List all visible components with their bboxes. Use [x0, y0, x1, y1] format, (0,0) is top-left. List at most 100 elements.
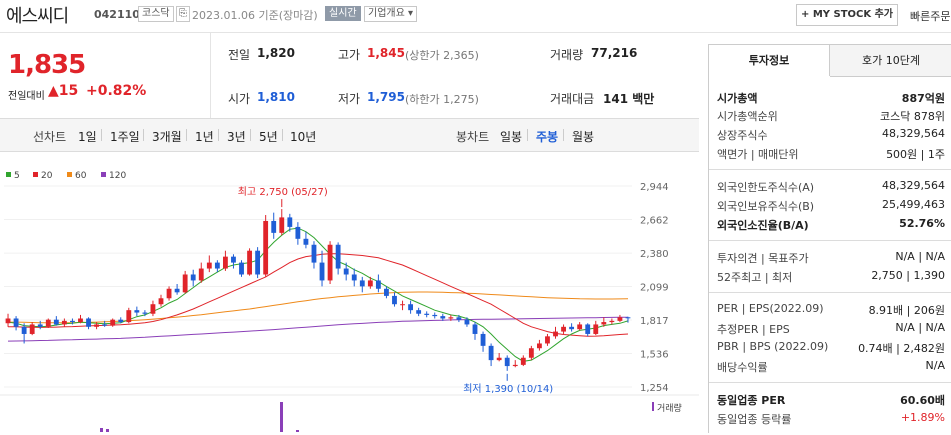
- period-tab-3m[interactable]: 3개월: [152, 128, 182, 145]
- period-tab-3y[interactable]: 3년: [227, 128, 246, 145]
- tab-separator: [101, 129, 102, 141]
- candle-body: [408, 304, 414, 311]
- tab-investment-info[interactable]: 투자정보: [709, 45, 830, 76]
- info-row: 외국인소진율(B/A) 52.76%: [717, 217, 945, 233]
- info-row-value: N/A: [925, 359, 945, 372]
- candle-tab-monthly[interactable]: 월봉: [572, 128, 594, 145]
- copy-icon[interactable]: ⎘: [176, 6, 190, 22]
- legend-label: 60: [75, 171, 87, 181]
- info-row-label: 52주최고 | 최저: [717, 271, 793, 284]
- legend-swatch: [67, 172, 72, 177]
- info-row: 액면가 | 매매단위 500원 | 1주: [717, 146, 945, 162]
- add-mystock-button[interactable]: + MY STOCK 추가: [796, 4, 898, 26]
- info-row: 투자의견 | 목표주가 N/A | N/A: [717, 250, 945, 266]
- company-info-label: 기업개요: [368, 8, 405, 19]
- info-row: 외국인한도주식수(A) 48,329,564: [717, 179, 945, 195]
- line-chart-label: 선차트: [33, 130, 67, 144]
- period-tab-1y[interactable]: 1년: [195, 128, 214, 145]
- candle-body: [496, 357, 502, 361]
- candle-body: [520, 357, 526, 365]
- candle-body: [480, 333, 486, 346]
- period-tab-1d[interactable]: 1일: [78, 128, 97, 145]
- candle-body: [367, 280, 373, 287]
- candle-body: [247, 250, 252, 275]
- candle-tab-weekly[interactable]: 주봉: [536, 128, 558, 145]
- candle-body: [601, 322, 607, 325]
- tab-separator: [563, 129, 564, 141]
- candle-body: [5, 318, 11, 324]
- info-row: 상장주식수 48,329,564: [717, 127, 945, 143]
- tab-separator: [218, 129, 219, 141]
- info-row-value: +1.89%: [900, 411, 945, 424]
- candle-body: [311, 244, 317, 263]
- candle-body: [255, 250, 261, 275]
- info-row-value: 500원 | 1주: [886, 148, 945, 161]
- candle-body: [61, 320, 67, 325]
- period-tab-1w[interactable]: 1주일: [110, 128, 140, 145]
- group-divider: [709, 169, 951, 170]
- legend-label: 5: [14, 171, 20, 181]
- info-row-label: 액면가 | 매매단위: [717, 148, 799, 161]
- candle-body: [585, 324, 591, 334]
- info-row-label: 외국인한도주식수(A): [717, 181, 815, 194]
- candle-body: [118, 319, 124, 323]
- info-row-label: 추정PER | EPS: [717, 323, 790, 336]
- info-row: PBR | BPS (2022.09) 0.74배 | 2,482원: [717, 340, 945, 356]
- info-row-label: 외국인소진율(B/A): [717, 219, 809, 232]
- candle-body: [198, 268, 204, 281]
- quick-order-link[interactable]: 빠른주문: [910, 8, 950, 24]
- info-row-value: 60.60배: [900, 394, 945, 407]
- side-panel: 투자정보 호가 10단계 시가총액 887억원 시가총액순위 코스닥 878위 상장주식…: [708, 44, 951, 433]
- y-tick-label: 1,817: [640, 316, 669, 327]
- candle-body: [392, 295, 397, 305]
- candle-body: [359, 280, 365, 287]
- y-tick-label: 2,099: [640, 283, 669, 294]
- candle-body: [29, 324, 35, 334]
- info-row-label: 투자의견 | 목표주가: [717, 252, 809, 265]
- candle-body: [295, 226, 301, 239]
- low-value: 1,795: [367, 90, 405, 104]
- tab-orderbook[interactable]: 호가 10단계: [830, 45, 951, 77]
- min-price-annotation: 최저 1,390 (10/14): [463, 383, 553, 395]
- candle-body: [70, 320, 75, 323]
- tab-separator: [143, 129, 144, 141]
- ma5-line: [7, 227, 629, 362]
- info-row-label: 시가총액: [717, 92, 758, 105]
- candle-body: [174, 288, 180, 293]
- info-row-label: 외국인보유주식수(B): [717, 200, 815, 213]
- info-row-label: 배당수익률: [717, 361, 768, 374]
- y-tick-label: 2,380: [640, 249, 669, 260]
- period-tab-10y[interactable]: 10년: [290, 128, 316, 145]
- candle-body: [319, 262, 325, 281]
- candle-body: [424, 313, 430, 315]
- candle-body: [182, 274, 188, 293]
- candle-body: [214, 262, 220, 269]
- chart-tabs-bar: 선차트 1일 1주일 3개월 1년 3년 5년 10년 봉차트 일봉 주봉 월봉: [0, 118, 699, 152]
- period-tab-5y[interactable]: 5년: [259, 128, 278, 145]
- candle-body: [303, 238, 309, 245]
- quote-date: 2023.01.06 기준(장마감): [192, 9, 318, 22]
- price-chart[interactable]: 2,944 2,662 2,380 2,099 1,817 1,536 1,254 5 20 60…: [0, 151, 699, 432]
- volume-legend-swatch: [652, 402, 654, 411]
- candle-body: [231, 256, 236, 263]
- candle-body: [45, 319, 51, 327]
- realtime-button[interactable]: 실시간: [325, 6, 361, 21]
- info-row: 배당수익률 N/A: [717, 359, 945, 375]
- info-row-value: 25,499,463: [882, 198, 945, 211]
- info-row-label: PBR | BPS (2022.09): [717, 340, 829, 353]
- chart-svg: 2,944 2,662 2,380 2,099 1,817 1,536 1,254 5 20 60…: [0, 171, 699, 432]
- legend-label: 20: [41, 171, 53, 181]
- candle-body: [142, 312, 148, 314]
- candle-body: [158, 298, 164, 305]
- info-row-value: 48,329,564: [882, 127, 945, 140]
- high-value: 1,845: [367, 46, 405, 60]
- candle-body: [190, 274, 196, 281]
- candle-body: [150, 304, 156, 314]
- candle-tab-daily[interactable]: 일봉: [500, 128, 522, 145]
- candle-body: [464, 319, 470, 325]
- header-divider: [0, 32, 951, 33]
- group-divider: [709, 292, 951, 293]
- company-info-dropdown[interactable]: 기업개요 ▾: [364, 6, 418, 22]
- candle-body: [102, 324, 108, 326]
- candle-body: [37, 324, 43, 327]
